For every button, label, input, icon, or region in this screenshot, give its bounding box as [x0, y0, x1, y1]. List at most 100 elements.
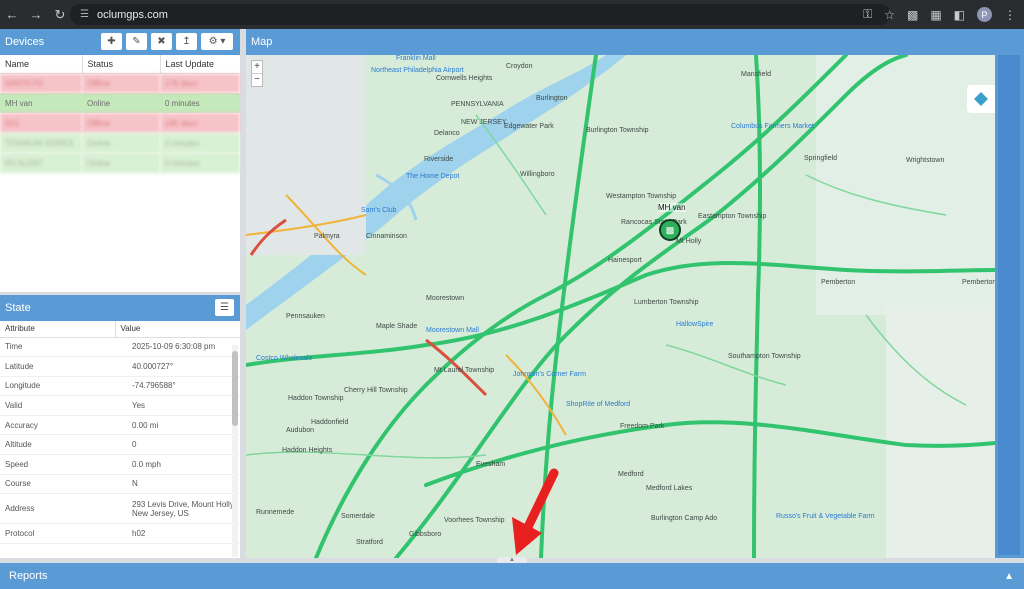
chevron-up-icon[interactable]: ▲	[1004, 571, 1014, 582]
map-place-label: Cornwells Heights	[436, 75, 493, 82]
state-row: Course N	[0, 474, 240, 495]
map-place-label: Freedom Park	[620, 423, 665, 430]
kebab-menu-icon[interactable]: ⋮	[1004, 8, 1016, 22]
plus-icon: ✚	[107, 36, 116, 47]
forward-arrow-icon[interactable]: →	[24, 0, 48, 29]
upload-icon: ↥	[182, 36, 191, 47]
map-poi-label[interactable]: Franklin Mall	[396, 55, 436, 62]
device-row[interactable]: TITANIUM SERIES Online 2 minutes	[0, 133, 240, 153]
zoom-control: + −	[251, 60, 263, 87]
map-poi-label[interactable]: ShopRite of Medford	[566, 401, 630, 408]
device-name-cell: SANTA FE	[0, 73, 82, 93]
state-attribute-cell: Speed	[0, 454, 115, 475]
bookmark-star-icon[interactable]: ☆	[884, 8, 895, 22]
column-header-name[interactable]: Name	[0, 55, 82, 74]
profile-avatar[interactable]: P	[977, 7, 992, 22]
map-poi-label[interactable]: Johnson's Corner Farm	[513, 371, 586, 378]
map-place-label: Croydon	[506, 63, 533, 70]
site-info-icon[interactable]: ☰	[80, 9, 89, 20]
zoom-out-button[interactable]: −	[252, 74, 262, 86]
map-poi-label[interactable]: HallowSpire	[676, 321, 713, 328]
state-value-cell: Yes	[115, 395, 240, 416]
address-bar[interactable]: ☰ oclumgps.com	[70, 4, 890, 25]
device-status-cell: Online	[82, 93, 160, 113]
state-menu-button[interactable]: ☰	[215, 299, 234, 316]
map-place-label: Willingboro	[520, 171, 555, 178]
map-poi-label[interactable]: Moorestown Mall	[426, 327, 479, 334]
edit-device-button[interactable]: ✎	[126, 33, 147, 50]
device-status-cell: Offline	[82, 113, 160, 133]
state-scrollbar-thumb[interactable]	[232, 351, 238, 426]
local-road	[665, 344, 787, 386]
state-value-cell: 293 Levis Drive, Mount Holly, New Jersey…	[115, 493, 240, 525]
map-poi-label[interactable]: Costco Wholesale	[256, 355, 312, 362]
state-scrollbar[interactable]	[232, 345, 238, 557]
upload-button[interactable]: ↥	[176, 33, 197, 50]
browser-toolbar: ← → ↻ ☰ oclumgps.com ⚿ ☆ ▩ ▦ ◧ P ⋮	[0, 0, 1024, 29]
extensions-icon[interactable]: ▩	[907, 8, 918, 22]
state-attribute-cell: Valid	[0, 395, 115, 416]
state-value-cell: 40.000727°	[115, 356, 240, 377]
map-layers-button[interactable]	[967, 85, 995, 113]
state-panel: State ☰ Attribute Value Time 2025-10-09 6…	[0, 295, 240, 558]
reports-panel[interactable]: Reports ▲	[0, 563, 1024, 589]
map-place-label: Stratford	[356, 539, 383, 546]
route-206	[752, 55, 763, 558]
device-row[interactable]: MH van Online 0 minutes	[0, 93, 240, 113]
device-row[interactable]: RV ALERT Online 0 minutes	[0, 153, 240, 173]
map-place-label: Burlington	[536, 95, 568, 102]
map-place-label: Medford Lakes	[646, 485, 693, 492]
device-row[interactable]: SANTA FE Offline 176 days	[0, 73, 240, 93]
map-place-label: Mt Holly	[676, 238, 702, 245]
column-header-last-update[interactable]: Last Update	[159, 55, 240, 74]
back-arrow-icon[interactable]: ←	[0, 0, 24, 29]
vehicle-marker-bus-icon[interactable]: ▩	[659, 219, 681, 241]
map-place-label: Runnemede	[256, 509, 295, 516]
map-place-label: Cherry Hill Township	[344, 387, 408, 394]
map-canvas[interactable]: + − Franklin Mall Croydon Mansfield Northea…	[246, 55, 995, 558]
map-place-label: Somerdale	[341, 513, 375, 520]
device-last-update-cell: 185 days	[160, 113, 240, 133]
list-icon: ☰	[220, 302, 229, 313]
state-attribute-cell: Protocol	[0, 523, 115, 544]
device-last-update-cell: 2 minutes	[160, 133, 240, 153]
state-attribute-cell: Latitude	[0, 356, 115, 377]
device-last-update-cell: 176 days	[160, 73, 240, 93]
devices-header: Devices ✚ ✎ ✖ ↥ ⚙ ▾	[0, 29, 240, 55]
state-attribute-cell: Course	[0, 474, 115, 495]
state-row: Altitude 0	[0, 434, 240, 456]
zoom-in-button[interactable]: +	[252, 61, 262, 74]
map-place-label: Eastampton Township	[698, 213, 767, 220]
reload-icon[interactable]: ↻	[48, 0, 72, 29]
state-row: Accuracy 0.00 mi	[0, 415, 240, 436]
state-value-cell: h02	[115, 523, 240, 544]
map-poi-label[interactable]: Northeast Philadelphia Airport	[371, 67, 464, 74]
device-row[interactable]: S21 Offline 185 days	[0, 113, 240, 133]
map-poi-label[interactable]: Columbus Farmers Market	[731, 123, 814, 130]
map-side-scroll[interactable]	[998, 55, 1020, 555]
key-icon[interactable]: ⚿	[863, 7, 872, 22]
map-place-label: Southampton Township	[728, 353, 801, 360]
add-device-button[interactable]: ✚	[101, 33, 122, 50]
map-place-label: Mansfield	[741, 71, 771, 78]
column-header-status[interactable]: Status	[81, 55, 160, 74]
device-last-update-cell: 0 minutes	[160, 153, 240, 173]
state-row: Address 293 Levis Drive, Mount Holly, New…	[0, 493, 240, 525]
puzzle-icon[interactable]: ▦	[930, 8, 941, 22]
map-place-label: Evesham	[476, 461, 506, 468]
state-row: Time 2025-10-09 6:30:08 pm	[0, 337, 240, 358]
reports-title: Reports	[9, 570, 48, 582]
map-place-label: NEW JERSEY	[461, 119, 507, 126]
map-poi-label[interactable]: Sam's Club	[361, 207, 397, 214]
map-poi-label[interactable]: The Home Depot	[406, 173, 459, 180]
sidepanel-icon[interactable]: ◧	[954, 8, 965, 22]
state-value-cell: -74.796588°	[115, 376, 240, 397]
state-title: State	[5, 302, 31, 314]
map-place-label: Pennsauken	[286, 313, 325, 320]
remove-device-button[interactable]: ✖	[151, 33, 172, 50]
map-poi-label[interactable]: Russo's Fruit & Vegetable Farm	[776, 513, 875, 520]
settings-dropdown-button[interactable]: ⚙ ▾	[201, 33, 233, 50]
state-row: Protocol h02	[0, 523, 240, 544]
state-header: State	[0, 295, 240, 321]
device-last-update-cell: 0 minutes	[160, 93, 240, 113]
